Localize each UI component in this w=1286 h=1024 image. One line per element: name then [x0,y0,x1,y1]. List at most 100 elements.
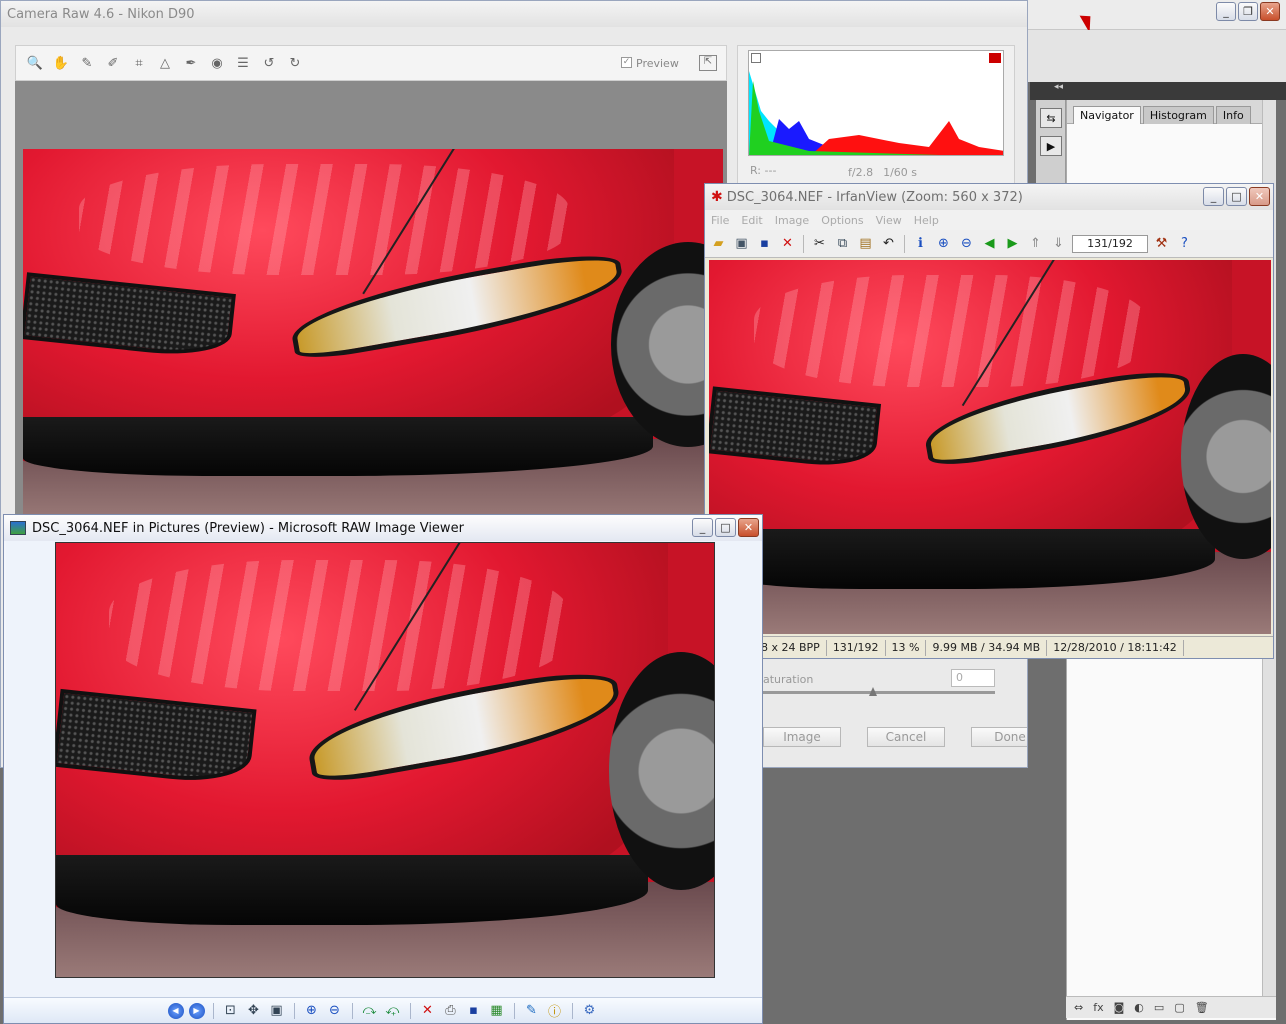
irfanview-menubar: File Edit Image Options View Help [705,210,1273,230]
restore-button[interactable]: ❐ [1238,2,1258,21]
zoom-in-icon[interactable]: ⊕ [934,235,953,253]
zoom-out-icon[interactable]: ⊖ [326,1002,344,1020]
r-value: --- [764,164,777,177]
settings-icon[interactable]: ⚙ [581,1002,599,1020]
next-icon[interactable]: ▶ [188,1002,205,1019]
help-icon[interactable]: ? [1175,235,1194,253]
tab-info[interactable]: Info [1215,106,1251,124]
cancel-button[interactable]: Cancel [867,727,945,747]
actions-panel-icon[interactable]: ▶ [1040,136,1062,156]
previous-icon[interactable]: ◀ [980,235,999,253]
zoom-out-icon[interactable]: ⊖ [957,235,976,253]
first-icon[interactable]: ⇑ [1026,235,1045,253]
actual-size-icon[interactable]: ⊡ [222,1002,240,1020]
menu-file[interactable]: File [711,214,729,227]
saturation-slider[interactable]: aturation 0 [763,669,1015,709]
done-button[interactable]: Done [971,727,1027,747]
irfanview-app-icon: ✱ [711,189,723,205]
saturation-value-field[interactable]: 0 [951,669,995,687]
irfanview-titlebar[interactable]: ✱ DSC_3064.NEF - IrfanView (Zoom: 560 x … [705,184,1273,210]
menu-view[interactable]: View [876,214,902,227]
straighten-icon[interactable]: △ [156,54,174,72]
cut-icon[interactable]: ✂ [810,235,829,253]
open-image-button[interactable]: Image [763,727,841,747]
maximize-button[interactable]: □ [1226,187,1247,206]
shadow-clip-icon[interactable] [751,53,761,63]
rotate-left-icon[interactable]: ↺ [260,54,278,72]
status-zoom: 13 % [886,639,927,656]
hand-icon[interactable]: ✋ [52,54,70,72]
slider-track[interactable] [763,691,995,694]
properties-icon[interactable]: ⚒ [1152,235,1171,253]
menu-edit[interactable]: Edit [741,214,762,227]
adjustment-icon[interactable]: ◐ [1134,1001,1144,1018]
tab-navigator[interactable]: Navigator [1073,106,1141,124]
checkbox-icon[interactable]: ✓ [621,57,632,68]
maximize-button[interactable]: □ [715,518,736,537]
copy-icon[interactable]: ⧉ [833,235,852,253]
red-eye-icon[interactable]: ◉ [208,54,226,72]
save-icon[interactable]: ▪ [465,1002,483,1020]
menu-help[interactable]: Help [914,214,939,227]
aperture-value: f/2.8 [848,166,874,179]
clipping-warning-icon[interactable] [989,53,1001,63]
mask-icon[interactable]: ◙ [1114,1001,1125,1018]
zoom-in-icon[interactable]: ⊕ [303,1002,321,1020]
info-icon[interactable]: ℹ [911,235,930,253]
histogram-panel: R: --- f/2.8 1/60 s [737,45,1015,185]
open-folder-icon[interactable]: ▰ [709,235,728,253]
previous-icon[interactable]: ◀ [167,1002,184,1019]
irfanview-window: ✱ DSC_3064.NEF - IrfanView (Zoom: 560 x … [704,183,1274,659]
camera-raw-titlebar[interactable]: Camera Raw 4.6 - Nikon D90 [1,1,1027,27]
print-icon[interactable]: ⎙ [442,1002,460,1020]
rotate-clockwise-icon[interactable]: ⤼ [361,1002,379,1020]
slideshow-icon[interactable]: ▣ [732,235,751,253]
rgb-readout: R: --- [750,164,776,177]
zoom-icon[interactable]: 🔍 [26,54,44,72]
menu-image[interactable]: Image [775,214,809,227]
ms-raw-titlebar[interactable]: DSC_3064.NEF in Pictures (Preview) - Mic… [4,515,762,541]
retouch-icon[interactable]: ✒ [182,54,200,72]
image-counter: 131/192 [1072,234,1148,253]
rotate-counterclockwise-icon[interactable]: ⤽ [384,1002,402,1020]
ms-raw-toolbar: ◀ ▶ ⊡ ✥ ▣ ⊕ ⊖ ⤼ ⤽ ✕ ⎙ ▪ ▦ ✎ ⓘ ⚙ [4,997,762,1023]
delete-icon[interactable]: ✕ [419,1002,437,1020]
close-button[interactable]: ✕ [1260,2,1280,21]
crop-icon[interactable]: ⌗ [130,54,148,72]
fx-icon[interactable]: fx [1093,1001,1103,1018]
close-button[interactable]: ✕ [738,518,759,537]
preferences-icon[interactable]: ☰ [234,54,252,72]
paste-icon[interactable]: ▤ [856,235,875,253]
fullscreen-icon[interactable]: ⇱ [699,55,717,71]
rotate-right-icon[interactable]: ↻ [286,54,304,72]
ms-raw-image-area [6,541,760,999]
slideshow-icon[interactable]: ▣ [268,1002,286,1020]
menu-options[interactable]: Options [821,214,863,227]
r-label: R: [750,164,762,177]
eyedropper-icon[interactable]: ✎ [78,54,96,72]
last-icon[interactable]: ⇓ [1049,235,1068,253]
color-sampler-icon[interactable]: ✐ [104,54,122,72]
new-layer-icon[interactable]: ▢ [1174,1001,1184,1018]
edit-icon[interactable]: ✎ [523,1002,541,1020]
link-layers-icon[interactable]: ⇔ [1074,1001,1083,1018]
copy-to-icon[interactable]: ▦ [488,1002,506,1020]
dock-collapse-strip[interactable]: ◂◂ [1030,82,1286,100]
undo-icon[interactable]: ↶ [879,235,898,253]
minimize-button[interactable]: _ [1216,2,1236,21]
group-icon[interactable]: ▭ [1154,1001,1164,1018]
window-title: DSC_3064.NEF - IrfanView (Zoom: 560 x 37… [726,189,1023,205]
close-button[interactable]: ✕ [1249,187,1270,206]
minimize-button[interactable]: _ [1203,187,1224,206]
preview-checkbox[interactable]: ✓ Preview [621,57,679,70]
delete-icon[interactable]: ✕ [778,235,797,253]
minimize-button[interactable]: _ [692,518,713,537]
history-panel-icon[interactable]: ⇆ [1040,108,1062,128]
info-icon[interactable]: ⓘ [546,1002,564,1020]
save-icon[interactable]: ▪ [755,235,774,253]
next-icon[interactable]: ▶ [1003,235,1022,253]
car-photo [55,542,715,978]
tab-histogram[interactable]: Histogram [1142,106,1214,124]
best-fit-icon[interactable]: ✥ [245,1002,263,1020]
trash-icon[interactable]: 🗑 [1195,1001,1209,1018]
